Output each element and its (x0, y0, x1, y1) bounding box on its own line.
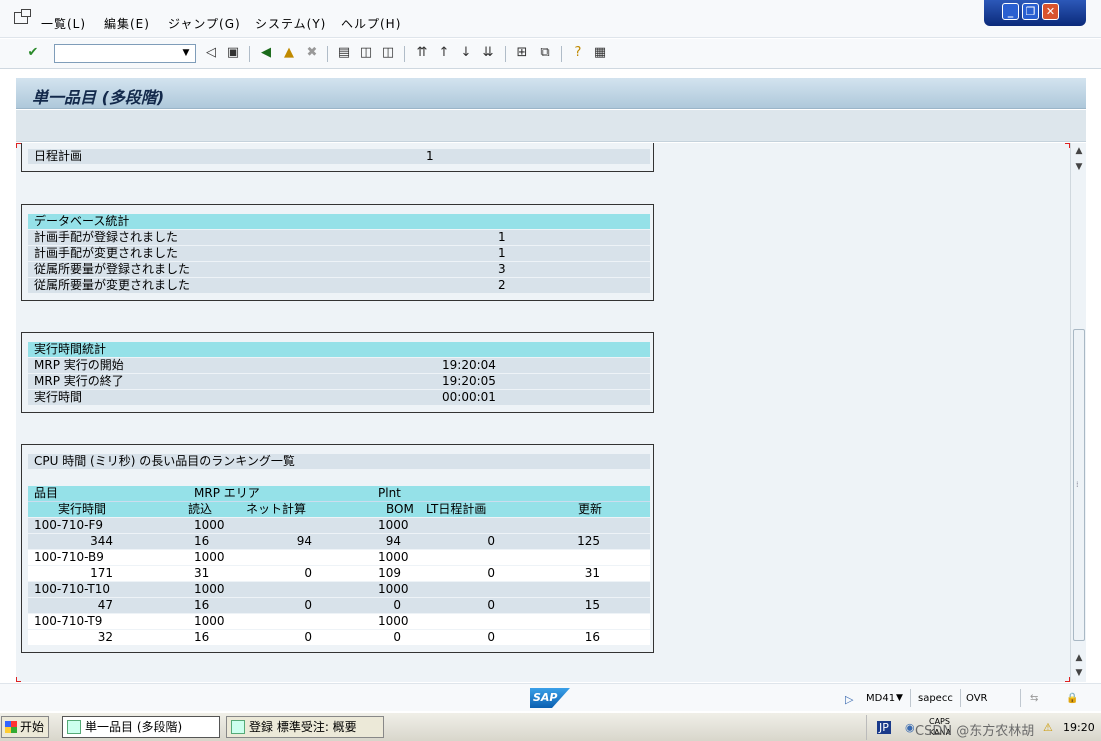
toolbar-separator (404, 46, 405, 62)
print-icon[interactable]: ▤ (336, 45, 352, 61)
network-icon: ⇆ (1030, 693, 1039, 704)
title-bar: 単一品目 (多段階) (16, 78, 1086, 109)
watermark-text: CSDN @东方农林胡 (915, 724, 1035, 739)
play-icon[interactable]: ▷ (845, 693, 853, 706)
task-sales-order[interactable]: 登録 標準受注: 概要 (226, 716, 384, 738)
cancel-icon[interactable]: ✖ (304, 45, 320, 61)
language-indicator[interactable]: JP (877, 721, 891, 734)
sap-window-icon (67, 720, 81, 734)
chevron-down-icon[interactable]: ▼ (896, 693, 903, 703)
enter-icon[interactable]: ✔ (25, 45, 41, 61)
list-item: 計画手配が登録されました 1 (28, 230, 650, 245)
collapse-icon[interactable]: ◁ (203, 45, 219, 61)
insert-mode: OVR (966, 693, 988, 704)
sap-window-icon (231, 720, 245, 734)
table-row: 100-710-F9 1000 1000 (28, 518, 650, 533)
start-button[interactable]: 开始 (1, 716, 49, 738)
list-item: MRP 実行の終了 19:20:05 (28, 374, 650, 389)
page-title: 単一品目 (多段階) (32, 88, 165, 107)
standard-toolbar: ✔ ▼ ◁ ▣ ◀ ▲ ✖ ▤ ◫ ◫ ⇈ ↑ ↓ ⇊ ⊞ ⧉ ? ▦ (0, 39, 1101, 69)
lock-icon[interactable]: 🔒 (1066, 693, 1078, 704)
toolbar-separator (327, 46, 328, 62)
table-row: 100-710-T9 1000 1000 (28, 614, 650, 629)
scroll-down-icon[interactable]: ▼ (1074, 162, 1084, 172)
menu-item-edit[interactable]: 編集(E) (104, 15, 150, 32)
toolbar-separator (561, 46, 562, 62)
column-header: 実行時間 読込 ネット計算 BOM LT日程計画 更新 (28, 502, 650, 517)
task-single-item[interactable]: 単一品目 (多段階) (62, 716, 220, 738)
list-item: MRP 実行の開始 19:20:04 (28, 358, 650, 373)
ime-icon[interactable]: ◉ (905, 721, 915, 734)
list-item: 従属所要量が変更されました 2 (28, 278, 650, 293)
command-input[interactable] (55, 45, 177, 62)
server-name: sapecc (918, 693, 953, 704)
list-item: 実行時間 00:00:01 (28, 390, 650, 405)
menu-item-goto[interactable]: ジャンプ(G) (168, 15, 241, 32)
command-field[interactable]: ▼ (54, 44, 196, 63)
windows-logo-icon (5, 721, 17, 733)
chevron-down-icon[interactable]: ▼ (179, 46, 193, 61)
layout-icon[interactable]: ▦ (592, 45, 608, 61)
vertical-scrollbar[interactable]: ▲ ▼ ⁞ ▲ ▼ (1070, 143, 1086, 682)
menu-item-help[interactable]: ヘルプ(H) (341, 15, 401, 32)
runtime-stats-box: 実行時間統計 MRP 実行の開始 19:20:04 MRP 実行の終了 19:2… (21, 332, 654, 413)
menu-bar: 一覧(L) 編集(E) ジャンプ(G) システム(Y) ヘルプ(H) _ ❐ ✕ (0, 0, 1101, 38)
find-icon[interactable]: ◫ (358, 45, 374, 61)
table-row: 47 16 0 0 0 15 (28, 598, 650, 613)
application-toolbar (16, 110, 1086, 142)
menu-item-list[interactable]: 一覧(L) (41, 15, 86, 32)
find-next-icon[interactable]: ◫ (380, 45, 396, 61)
list-output: 日程計画 1 データベース統計 計画手配が登録されました 1 計画手配が変更され… (16, 143, 1070, 682)
toolbar-separator (249, 46, 250, 62)
prev-page-icon[interactable]: ↑ (436, 45, 452, 61)
table-row: 171 31 0 109 0 31 (28, 566, 650, 581)
list-item: 従属所要量が登録されました 3 (28, 262, 650, 277)
list-item: 日程計画 1 (28, 149, 650, 164)
schedule-box: 日程計画 1 (21, 143, 654, 172)
database-stats-box: データベース統計 計画手配が登録されました 1 計画手配が変更されました 1 従… (21, 204, 654, 301)
last-page-icon[interactable]: ⇊ (480, 45, 496, 61)
scroll-up-icon[interactable]: ▲ (1074, 146, 1084, 156)
first-page-icon[interactable]: ⇈ (414, 45, 430, 61)
sap-logo: SAP (530, 688, 570, 708)
exit-icon[interactable]: ▲ (281, 45, 297, 61)
grip-icon: ⁞ (1076, 480, 1079, 489)
cpu-ranking-box: CPU 時間 (ミリ秒) の長い品目のランキング一覧 品目 MRP エリア Pl… (21, 444, 654, 653)
system-tray: JP ◉ CAPS KANA CSDN @东方农林胡 ⚠ 19:20 (866, 715, 1101, 740)
table-row: 100-710-B9 1000 1000 (28, 550, 650, 565)
shortcut-icon[interactable]: ⧉ (537, 45, 553, 61)
section-header: 実行時間統計 (28, 342, 650, 357)
section-header: データベース統計 (28, 214, 650, 229)
back-icon[interactable]: ◀ (258, 45, 274, 61)
clock: 19:20 (1063, 721, 1095, 734)
warning-icon[interactable]: ⚠ (1043, 721, 1053, 734)
menu-item-system[interactable]: システム(Y) (255, 15, 326, 32)
list-item: 計画手配が変更されました 1 (28, 246, 650, 261)
status-separator (910, 689, 911, 707)
windows-taskbar: 开始 単一品目 (多段階) 登録 標準受注: 概要 JP ◉ CAPS KANA… (0, 712, 1101, 741)
minimize-icon[interactable]: _ (1002, 3, 1019, 20)
next-page-icon[interactable]: ↓ (458, 45, 474, 61)
scroll-up-icon[interactable]: ▲ (1074, 653, 1084, 663)
system-menu-icon[interactable] (14, 9, 31, 24)
table-row: 100-710-T10 1000 1000 (28, 582, 650, 597)
close-icon[interactable]: ✕ (1042, 3, 1059, 20)
column-header: 品目 MRP エリア Plnt (28, 486, 650, 502)
table-row: 344 16 94 94 0 125 (28, 534, 650, 549)
save-icon[interactable]: ▣ (225, 45, 241, 61)
section-header: CPU 時間 (ミリ秒) の長い品目のランキング一覧 (28, 454, 650, 469)
help-icon[interactable]: ? (570, 45, 586, 61)
table-row: 32 16 0 0 0 16 (28, 630, 650, 645)
new-session-icon[interactable]: ⊞ (514, 45, 530, 61)
scroll-down-icon[interactable]: ▼ (1074, 668, 1084, 678)
window-controls: _ ❐ ✕ (984, 0, 1086, 26)
status-separator (960, 689, 961, 707)
toolbar-separator (505, 46, 506, 62)
scroll-thumb[interactable]: ⁞ (1073, 329, 1085, 641)
transaction-code: MD41 (866, 693, 896, 704)
frame-corner (16, 677, 21, 682)
status-bar: SAP ▷ MD41 ▼ sapecc OVR ⇆ 🔒 (0, 683, 1101, 711)
status-separator (1020, 689, 1021, 707)
restore-icon[interactable]: ❐ (1022, 3, 1039, 20)
